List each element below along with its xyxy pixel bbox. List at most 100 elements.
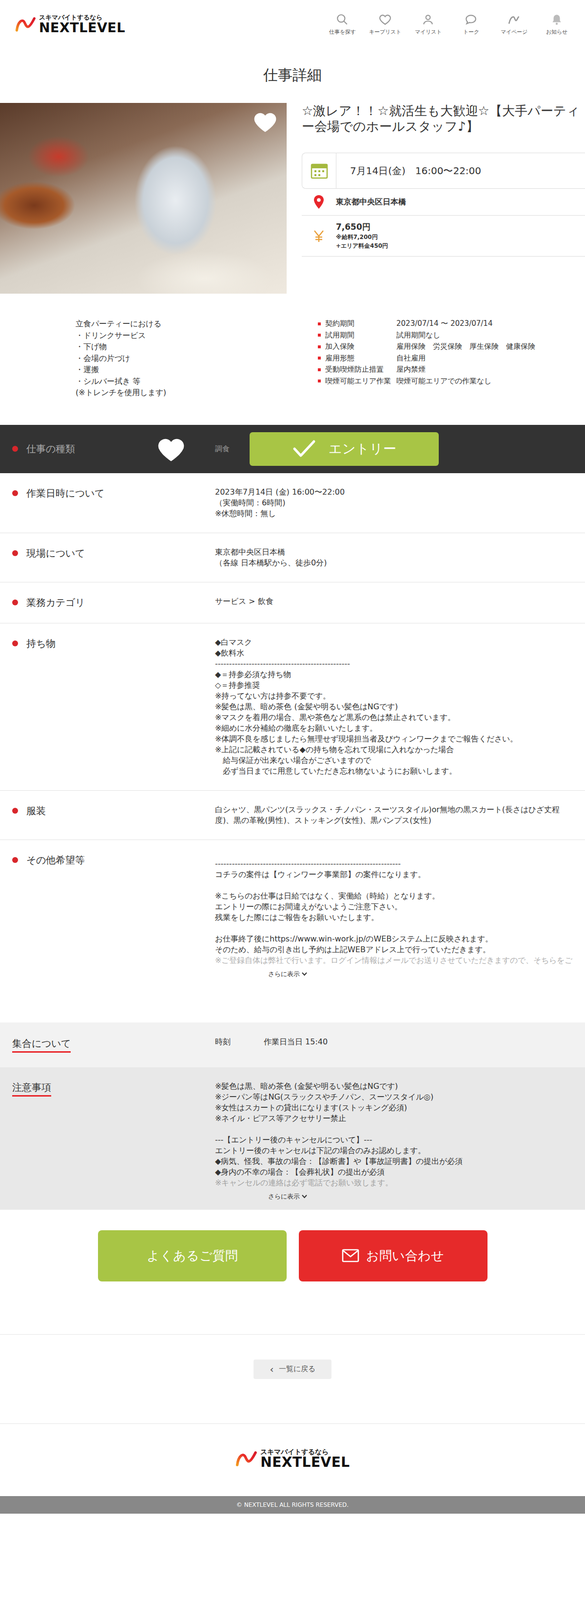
detail-label: 服装 [0, 803, 215, 818]
detail-line: 白シャツ、黒パンツ(スラックス・チノパン・スーツスタイル)or無地の黒スカート(… [214, 803, 576, 826]
notes-line: ※髪色は黒、暗め茶色 (金髪や明るい髪色はNGです) [214, 1080, 576, 1092]
detail-row: 作業日時について2023年7月14日 (金) 16:00〜22:00（実働時間：… [0, 472, 585, 533]
logo[interactable]: スキマバイトするならNEXTLEVEL [14, 14, 126, 35]
location-row: 東京都中央区日本橋 [301, 188, 585, 216]
notes-line: ◆身内の不幸の場合：【会葬礼状】の提出が必須 [214, 1166, 576, 1177]
description-text: 立食パーティーにおける・ドリンクサービス・下げ物・会場の片づけ・運搬・シルバー拭… [75, 317, 318, 399]
notes-line [214, 1123, 576, 1134]
red-dot [12, 807, 19, 814]
show-more-label[interactable]: さらに表示 [268, 1190, 300, 1202]
notes-line: ◆病気、怪我、事故の場合：【診断書】や【事故証明書】の提出が必須 [214, 1155, 576, 1167]
condition-label: 契約期間 [325, 317, 397, 330]
notes-line: エントリー後のキャンセルは下記の場合のみお認めします。 [214, 1144, 576, 1156]
pay-total: 7,650円 [335, 221, 389, 233]
nav-item[interactable]: トーク [449, 13, 493, 36]
conditions-list: 契約期間2023/07/14 〜 2023/07/14試用期間試用期間なし加入保… [317, 317, 585, 399]
logo[interactable]: スキマバイトするならNEXTLEVEL [234, 1447, 350, 1469]
pay-detail: 7,650円※給料7,200円+エリア料金450円 [335, 221, 389, 251]
nav-item[interactable]: マイリスト [406, 13, 450, 36]
detail-line: ※上記に記載されている◆の持ち物を忘れて現場に入れなかった場合 [214, 743, 576, 755]
footer-logo-area: スキマバイトするならNEXTLEVEL [0, 1423, 585, 1496]
back-chevron[interactable]: ‹ [270, 1362, 274, 1375]
condition-value: 自社雇用 [396, 352, 426, 365]
page-title: 仕事詳細 [0, 48, 585, 103]
show-more-button[interactable]: さらに表示 [0, 1190, 576, 1202]
red-dot [12, 445, 19, 452]
detail-value: 東京都中央区日本橋（各線 日本橋駅から、徒歩0分) [214, 546, 576, 568]
red-dot [12, 856, 19, 863]
job-info: ☆激レア！！☆就活生も大歓迎☆【大手パーティー会場でのホールスタッフ♪】7月14… [301, 102, 585, 294]
description-line: ・下げ物 [75, 340, 318, 353]
logo-tagline: スキマバイトするなら [39, 14, 126, 21]
contact-button[interactable]: お問い合わせ [298, 1229, 488, 1281]
button-label[interactable]: お問い合わせ [366, 1246, 445, 1264]
bullet-dot [317, 322, 321, 326]
notes-line: ※キャンセルの連絡は必ず電話でお願い致します。 [214, 1176, 576, 1188]
detail-line: ◆白マスク [214, 636, 576, 648]
entry-label[interactable]: エントリー [328, 439, 397, 458]
condition-label: 加入保険 [325, 340, 397, 353]
detail-line: ----------------------------------------… [214, 858, 576, 869]
meeting-label: 集合について [0, 1036, 215, 1053]
job-description: 立食パーティーにおける・ドリンクサービス・下げ物・会場の片づけ・運搬・シルバー拭… [0, 293, 585, 399]
check-icon [292, 438, 316, 459]
help-buttons: よくあるご質問 お問い合わせ [0, 1209, 585, 1334]
nav-label[interactable]: 仕事を探す [329, 28, 356, 36]
back-button[interactable]: ‹ 一覧に戻る [253, 1358, 332, 1379]
back-area: ‹ 一覧に戻る [0, 1333, 585, 1423]
condition-value: 喫煙可能エリアでの作業なし [396, 375, 492, 388]
meeting-key: 時刻 [214, 1036, 264, 1053]
nav-label[interactable]: キープリスト [369, 28, 402, 36]
condition-value: 試用期間なし [396, 329, 441, 342]
nav-item[interactable]: マイページ [492, 13, 536, 36]
show-more-label[interactable]: さらに表示 [268, 968, 300, 979]
detail-line: ※休憩時間：無し [214, 507, 576, 519]
condition-value: 2023/07/14 〜 2023/07/14 [396, 317, 493, 330]
header: スキマバイトするならNEXTLEVEL 仕事を探す キープリスト マイリスト トーク マイ… [0, 0, 585, 49]
detail-line: 2023年7月14日 (金) 16:00〜22:00 [214, 486, 576, 498]
description-line: ・会場の片づけ [75, 352, 318, 365]
icon-cell [301, 229, 336, 243]
detail-line [214, 879, 576, 891]
detail-line: ※細めに水分補給の徹底をお願いいたします。 [214, 722, 576, 734]
nav-label[interactable]: トーク [463, 28, 480, 36]
detail-label: 現場について [0, 546, 215, 560]
logo-text: スキマバイトするならNEXTLEVEL [260, 1447, 350, 1469]
job-summary: ☆激レア！！☆就活生も大歓迎☆【大手パーティー会場でのホールスタッフ♪】7月14… [0, 102, 585, 294]
red-dot [12, 489, 19, 496]
nav-item[interactable]: お知らせ [535, 13, 579, 36]
person-icon [421, 13, 435, 26]
detail-value: 2023年7月14日 (金) 16:00〜22:00（実働時間：6時間)※休憩時… [214, 486, 576, 519]
nav-label[interactable]: マイリスト [414, 28, 442, 36]
faq-button[interactable]: よくあるご質問 [97, 1229, 287, 1281]
bullet-dot [317, 356, 321, 360]
nav-label[interactable]: お知らせ [546, 28, 568, 36]
detail-line: サービス > 飲食 [214, 595, 576, 607]
entry-button[interactable]: エントリー [249, 431, 439, 466]
swoosh-icon [507, 13, 521, 26]
nav-item[interactable]: キープリスト [363, 13, 407, 36]
heart-icon[interactable] [252, 109, 278, 134]
show-more-button[interactable]: さらに表示 [0, 968, 576, 979]
keep-button[interactable] [146, 434, 215, 463]
detail-row: 現場について 東京都中央区日本橋（各線 日本橋駅から、徒歩0分) [0, 532, 585, 583]
logo-text: スキマバイトするならNEXTLEVEL [39, 14, 126, 35]
button-label[interactable]: よくあるご質問 [146, 1246, 238, 1264]
detail-line: ※持ってない方は持参不要です。 [214, 690, 576, 702]
pay-row: 7,650円※給料7,200円+エリア料金450円 [301, 215, 585, 257]
detail-line: 東京都中央区日本橋 [214, 546, 576, 558]
heart-icon [378, 13, 392, 26]
bullet-dot [317, 379, 321, 383]
nav-item[interactable]: 仕事を探す [320, 13, 364, 36]
notes-line: ---【エントリー後のキャンセルについて】--- [214, 1133, 576, 1145]
nav-label[interactable]: マイページ [500, 28, 528, 36]
meeting-label-text: 集合について [12, 1036, 71, 1053]
condition-label: 喫煙可能エリア作業 [325, 375, 397, 388]
detail-label-text: 現場について [26, 546, 85, 560]
detail-label: 作業日時について [0, 486, 215, 500]
detail-line: お仕事終了後にhttps://www.win-work.jp/のWEBシステム上… [214, 933, 576, 944]
chevron-down-icon [301, 1193, 308, 1198]
detail-line: （各線 日本橋駅から、徒歩0分) [214, 557, 576, 568]
back-label[interactable]: 一覧に戻る [278, 1363, 316, 1373]
heart-icon[interactable] [156, 434, 187, 463]
